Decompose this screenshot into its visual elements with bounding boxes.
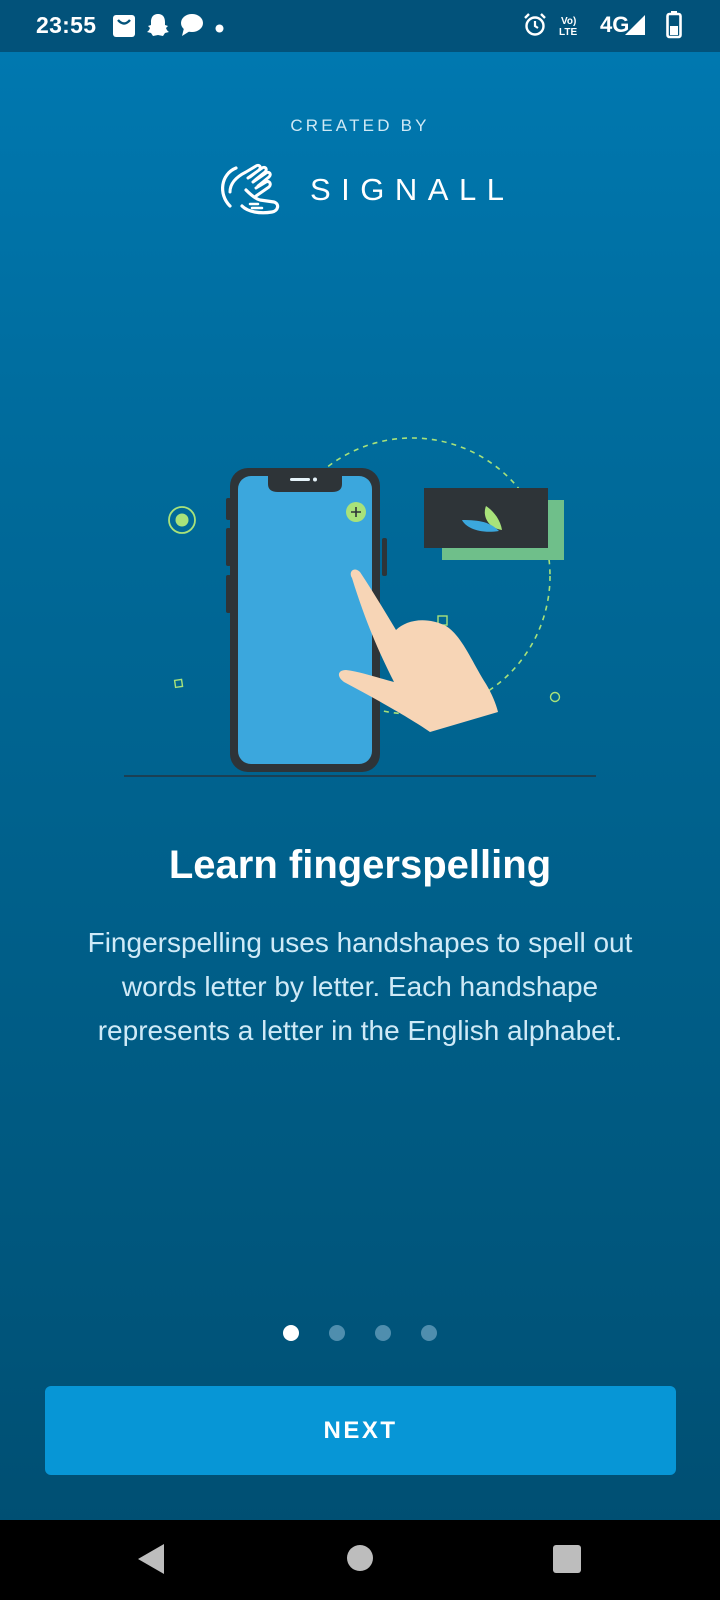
notification-dot-icon: [215, 20, 224, 38]
volte-icon: Vo) LTE: [558, 14, 584, 43]
status-time: 23:55: [36, 12, 97, 38]
page-dot-3[interactable]: [375, 1325, 391, 1341]
navigation-bar: [0, 1520, 720, 1600]
chat-bubble-icon: [180, 13, 204, 42]
snapchat-icon: [146, 13, 170, 42]
status-bar: 23:55 Vo) LTE 4G: [0, 0, 720, 52]
next-button[interactable]: NEXT: [45, 1386, 676, 1475]
slide-title: Learn fingerspelling: [168, 843, 552, 887]
signall-hands-logo-icon: [216, 160, 286, 225]
recents-icon[interactable]: [553, 1545, 581, 1578]
home-icon[interactable]: [346, 1544, 374, 1577]
phone-with-hand-illustration: [110, 430, 610, 785]
svg-text:LTE: LTE: [559, 27, 577, 38]
page-dot-1-active[interactable]: [283, 1325, 299, 1341]
page-indicator: [0, 1325, 720, 1341]
slide-description: Fingerspelling uses handshapes to spell …: [87, 927, 633, 1046]
alarm-icon: [523, 13, 547, 42]
signal-icon: [624, 14, 646, 41]
back-icon[interactable]: [136, 1542, 166, 1581]
created-by-label: CREATED BY: [290, 116, 430, 135]
brand-name: SIGNALL: [310, 172, 515, 207]
shopping-bag-icon: [113, 13, 135, 42]
onboarding-screen: 23:55 Vo) LTE 4G CREATED BY SIGNALL Lear…: [0, 0, 720, 1600]
page-dot-4[interactable]: [421, 1325, 437, 1341]
page-dot-2[interactable]: [329, 1325, 345, 1341]
battery-icon: [666, 11, 682, 44]
svg-text:Vo): Vo): [561, 16, 576, 27]
